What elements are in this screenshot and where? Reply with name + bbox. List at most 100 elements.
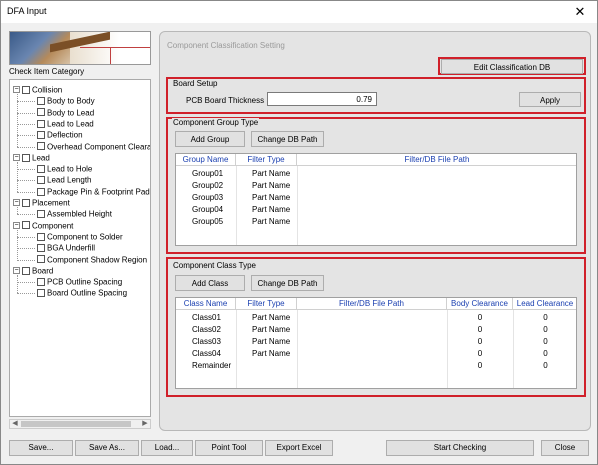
start-checking-button[interactable]: Start Checking (386, 440, 534, 456)
column-header[interactable]: Filter/DB File Path (297, 298, 447, 310)
collapse-icon[interactable]: − (13, 221, 20, 229)
tree-checkbox[interactable] (37, 289, 45, 298)
load-button[interactable]: Load... (141, 440, 193, 456)
add-group-button[interactable]: Add Group (175, 131, 245, 147)
table-row[interactable]: Class04 Part Name 0 0 (176, 348, 576, 360)
tree-checkbox[interactable] (37, 210, 45, 219)
scroll-thumb[interactable] (21, 421, 131, 427)
scroll-right-icon[interactable]: ▶ (140, 420, 150, 428)
table-cell: 0 (543, 361, 548, 370)
table-row[interactable]: Class02 Part Name 0 0 (176, 324, 576, 336)
tree-item-label: Deflection (47, 130, 83, 140)
tree-checkbox[interactable] (37, 255, 45, 264)
point-tool-button[interactable]: Point Tool (195, 440, 263, 456)
table-row[interactable]: Group02 Part Name (176, 180, 576, 192)
tree-item[interactable]: Overhead Component Clearar (37, 141, 150, 152)
table-row[interactable]: Remainder 0 0 (176, 360, 576, 372)
table-cell: 0 (477, 349, 483, 358)
table-cell: Group01 (192, 169, 224, 178)
tree-item[interactable]: Component to Solder (37, 231, 123, 242)
tree-item[interactable]: − Board (13, 265, 53, 276)
column-header[interactable]: Class Name (176, 298, 236, 310)
table-row[interactable]: Group03 Part Name (176, 192, 576, 204)
tree-checkbox[interactable] (37, 176, 45, 185)
tree-item[interactable]: Lead Length (37, 174, 92, 185)
tree-item-label: Component (32, 220, 74, 230)
tree-checkbox[interactable] (22, 221, 30, 230)
panel-title: Component Classification Setting (167, 41, 285, 50)
table-row[interactable]: Group04 Part Name (176, 204, 576, 216)
table-row[interactable]: Class01 Part Name 0 0 (176, 312, 576, 324)
column-header[interactable]: Filter/DB File Path (297, 154, 576, 166)
tree-item[interactable]: Board Outline Spacing (37, 287, 127, 298)
table-cell (297, 192, 576, 204)
tree-checkbox[interactable] (37, 164, 45, 173)
column-header[interactable]: Body Clearance (447, 298, 513, 310)
table-cell: Part Name (252, 181, 291, 190)
tree-item[interactable]: Lead to Lead (37, 118, 94, 129)
tree-item[interactable]: Component Shadow Region (37, 254, 147, 265)
tree-item[interactable]: Lead to Hole (37, 163, 92, 174)
check-item-tree[interactable]: − Collision Body to Body Body to Lead Lead t… (9, 79, 151, 417)
tree-item[interactable]: Body to Lead (37, 107, 94, 118)
table-cell: Remainder (192, 361, 232, 370)
tree-horizontal-scrollbar[interactable]: ◀ ▶ (9, 419, 151, 429)
close-button[interactable]: Close (541, 440, 589, 456)
table-cell: Class01 (192, 313, 221, 322)
tree-item[interactable]: Package Pin & Footprint Pad (37, 186, 150, 197)
column-header[interactable]: Filter Type (236, 154, 297, 166)
table-cell (297, 360, 447, 372)
pcb-thickness-input[interactable]: 0.79 (267, 92, 377, 106)
table-cell: 0 (477, 313, 483, 322)
tree-checkbox[interactable] (22, 198, 30, 207)
tree-checkbox[interactable] (37, 187, 45, 196)
tree-checkbox[interactable] (22, 85, 30, 94)
group-table[interactable]: Group Name Filter Type Filter/DB File Path… (175, 153, 577, 246)
window-title: DFA Input (7, 6, 47, 16)
export-excel-button[interactable]: Export Excel (265, 440, 333, 456)
tree-checkbox[interactable] (37, 277, 45, 286)
table-row[interactable]: Class03 Part Name 0 0 (176, 336, 576, 348)
tree-checkbox[interactable] (37, 119, 45, 128)
tree-item[interactable]: − Component (13, 220, 73, 231)
table-cell (297, 312, 447, 324)
save-button[interactable]: Save... (9, 440, 73, 456)
close-icon[interactable]: ✕ (567, 3, 593, 21)
add-class-button[interactable]: Add Class (175, 275, 245, 291)
tree-item[interactable]: − Collision (13, 84, 62, 95)
collapse-icon[interactable]: − (13, 267, 20, 275)
tree-checkbox[interactable] (37, 97, 45, 106)
apply-button[interactable]: Apply (519, 92, 581, 107)
tree-item[interactable]: − Lead (13, 152, 50, 163)
table-cell: Part Name (252, 349, 291, 358)
tree-checkbox[interactable] (37, 142, 45, 151)
tree-item-label: BGA Underfill (47, 243, 96, 253)
collapse-icon[interactable]: − (13, 154, 20, 162)
group-change-db-path-button[interactable]: Change DB Path (251, 131, 324, 147)
class-table[interactable]: Class Name Filter Type Filter/DB File Path… (175, 297, 577, 389)
tree-item[interactable]: BGA Underfill (37, 242, 95, 253)
tree-checkbox[interactable] (37, 108, 45, 117)
tree-checkbox[interactable] (22, 153, 30, 162)
tree-item-label: Body to Lead (47, 107, 95, 117)
scroll-left-icon[interactable]: ◀ (10, 420, 20, 428)
tree-checkbox[interactable] (37, 244, 45, 253)
tree-item[interactable]: Body to Body (37, 95, 95, 106)
tree-item[interactable]: PCB Outline Spacing (37, 276, 122, 287)
tree-item[interactable]: Deflection (37, 129, 83, 140)
tree-checkbox[interactable] (37, 131, 45, 140)
class-change-db-path-button[interactable]: Change DB Path (251, 275, 324, 291)
tree-checkbox[interactable] (37, 232, 45, 241)
tree-item[interactable]: − Placement (13, 197, 70, 208)
column-header[interactable]: Lead Clearance (513, 298, 576, 310)
table-row[interactable]: Group01 Part Name (176, 168, 576, 180)
collapse-icon[interactable]: − (13, 199, 20, 207)
save-as-button[interactable]: Save As... (75, 440, 139, 456)
collapse-icon[interactable]: − (13, 86, 20, 94)
edit-classification-db-button[interactable]: Edit Classification DB (441, 59, 583, 74)
table-row[interactable]: Group05 Part Name (176, 216, 576, 228)
column-header[interactable]: Filter Type (236, 298, 297, 310)
tree-checkbox[interactable] (22, 266, 30, 275)
tree-item[interactable]: Assembled Height (37, 208, 112, 219)
column-header[interactable]: Group Name (176, 154, 236, 166)
